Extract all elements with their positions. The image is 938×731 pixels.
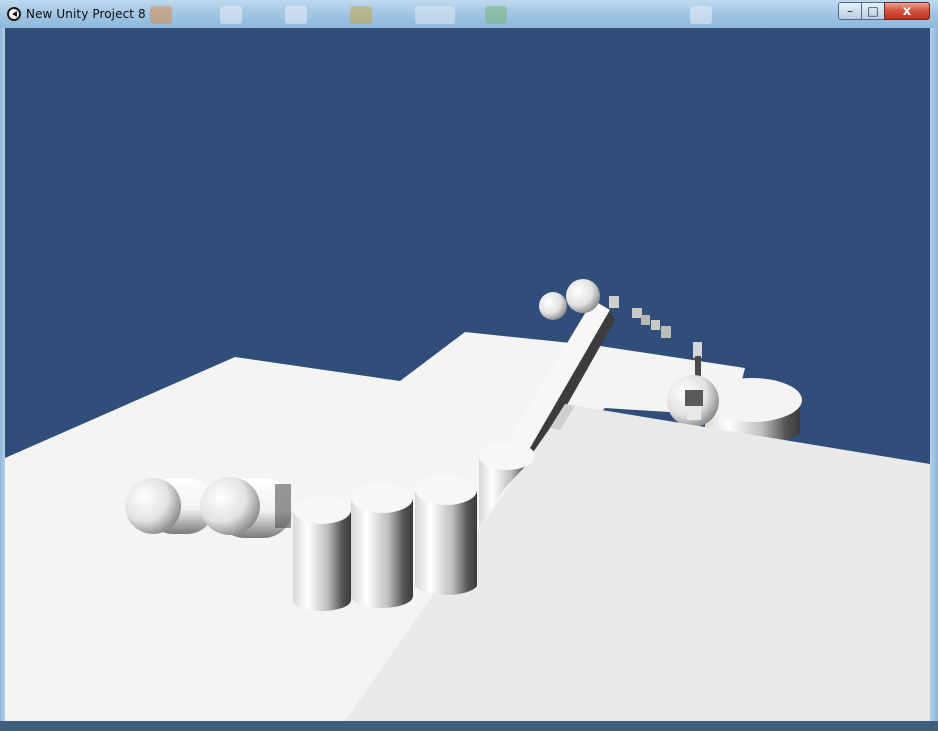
pillar-small-shadow: [695, 356, 701, 378]
desktop-icon: [150, 6, 172, 24]
sphere: [566, 279, 600, 313]
small-cube: [661, 326, 671, 338]
maximize-button[interactable]: □: [861, 2, 885, 20]
small-cube: [632, 308, 642, 318]
cylinder-1: [293, 496, 351, 611]
maximize-icon: □: [867, 4, 879, 18]
game-window: New Unity Project 8 – □ x: [0, 0, 938, 731]
unity-icon: [7, 7, 21, 21]
desktop-icon: [220, 6, 242, 24]
minimize-icon: –: [847, 4, 853, 18]
cylinder-2: [351, 483, 413, 608]
small-cube: [685, 390, 703, 406]
close-icon: x: [902, 3, 912, 19]
desktop-icon: [415, 6, 455, 24]
small-cube: [687, 406, 701, 420]
desktop-icon: [285, 6, 307, 24]
sphere: [539, 292, 567, 320]
capsule-right: [200, 477, 293, 538]
desktop-icon: [485, 6, 507, 24]
window-frame-right: [930, 28, 938, 723]
cylinder-3: [415, 475, 477, 596]
taskbar-strip: [0, 721, 938, 731]
scene-render: [5, 28, 930, 721]
game-viewport[interactable]: [5, 28, 930, 721]
desktop-icon: [690, 6, 712, 24]
small-cube: [651, 320, 660, 330]
title-bar[interactable]: New Unity Project 8 – □ x: [0, 0, 938, 28]
small-cube: [641, 315, 650, 325]
small-cube: [609, 296, 619, 308]
pillar-small: [693, 342, 702, 358]
background-desktop-icons: [120, 4, 740, 26]
minimize-button[interactable]: –: [838, 2, 862, 20]
window-title: New Unity Project 8: [26, 7, 146, 21]
desktop-icon: [350, 6, 372, 24]
close-button[interactable]: x: [884, 2, 930, 20]
